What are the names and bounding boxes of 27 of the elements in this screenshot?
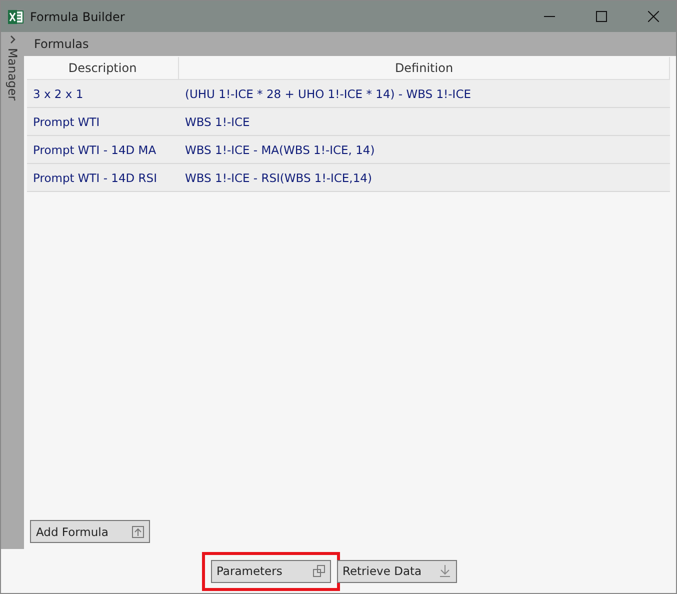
download-icon [438, 565, 450, 577]
table-cell-text: WBS 1!-ICE [184, 114, 251, 130]
toolbar-button[interactable]: Retrieve Data [336, 560, 456, 582]
table-row[interactable]: Prompt WTI - 14D RSI WBS 1!-ICE - RSI(WBS 1!-ICE,14) [27, 164, 670, 192]
table-cell-text: Prompt WTI - 14D RSI [32, 170, 158, 186]
close-icon [648, 11, 658, 22]
windows-icon [312, 565, 324, 577]
table-row[interactable]: Prompt WTI - 14D MA WBS 1!-ICE - MA(WBS 1!-ICE, 14) [27, 136, 670, 164]
upload-icon [132, 526, 144, 538]
column-header: Definition [179, 57, 670, 79]
table-row[interactable]: 3 x 2 x 1 (UHU 1!-ICE * 28 + UHO 1!-ICE * 14) - WBS 1!-ICE [27, 80, 670, 108]
panel-title: Formulas [34, 37, 89, 51]
chevron-icon[interactable] [10, 35, 16, 44]
side-panel-label[interactable]: Manager [6, 48, 20, 101]
table-cell-text: (UHU 1!-ICE * 28 + UHO 1!-ICE * 14) - WBS 1!-ICE [184, 86, 472, 102]
table-cell-text: WBS 1!-ICE - RSI(WBS 1!-ICE,14) [184, 170, 373, 186]
maximize-icon [596, 11, 606, 22]
table-row[interactable]: Prompt WTI WBS 1!-ICE [27, 108, 670, 136]
table-cell-text: Prompt WTI [32, 114, 101, 130]
table-cell-text: WBS 1!-ICE - MA(WBS 1!-ICE, 14) [184, 142, 376, 158]
column-header: Description [27, 57, 179, 79]
spreadsheet-icon [8, 8, 24, 24]
table-cell-text: 3 x 2 x 1 [32, 86, 84, 102]
window-title: Formula Builder [30, 10, 126, 24]
add-formula-button[interactable]: Add Formula [30, 520, 150, 543]
table-cell-text: Prompt WTI - 14D MA [32, 142, 158, 158]
toolbar-button[interactable]: Parameters [210, 560, 330, 582]
